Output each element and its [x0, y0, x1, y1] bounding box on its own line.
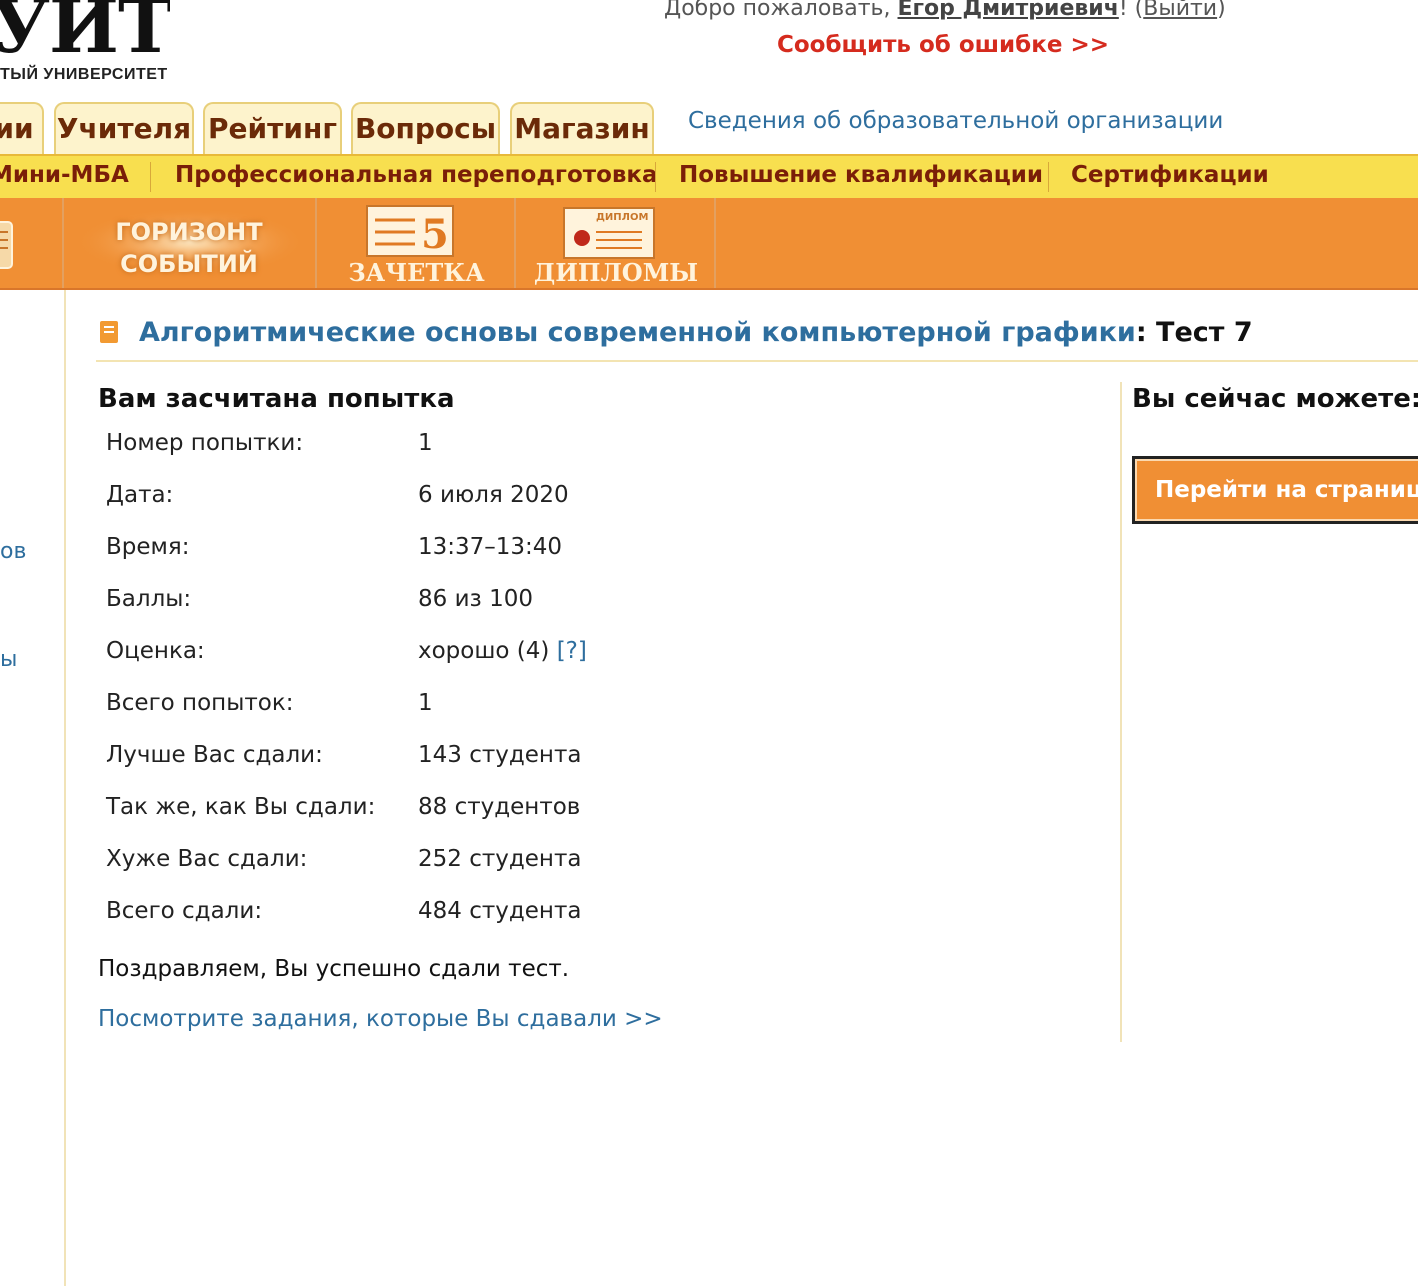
- tab-label: Вопросы: [354, 112, 497, 145]
- tab-cut[interactable]: ии: [0, 102, 44, 156]
- user-profile-link[interactable]: Егор Дмитриевич: [898, 0, 1119, 21]
- same-value: 88 студентов: [418, 794, 581, 820]
- tab-questions[interactable]: Вопросы: [351, 102, 500, 156]
- actions-heading: Вы сейчас можете:: [1132, 384, 1418, 414]
- total-passed-label: Всего сдали:: [106, 898, 263, 924]
- congrats-message: Поздравляем, Вы успешно сдали тест.: [98, 956, 570, 982]
- logo-subtitle: ТЫЙ УНИВЕРСИТЕТ: [0, 66, 168, 83]
- better-label: Лучше Вас сдали:: [106, 742, 323, 768]
- date-label: Дата:: [106, 482, 174, 508]
- same-label: Так же, как Вы сдали:: [106, 794, 376, 820]
- attempt-number-value: 1: [418, 430, 433, 456]
- total-attempts-label: Всего попыток:: [106, 690, 294, 716]
- welcome-suffix: ! (: [1118, 0, 1144, 21]
- tab-label: Рейтинг: [208, 112, 337, 145]
- org-info-link[interactable]: Сведения об образовательной организации: [688, 108, 1223, 134]
- welcome-message: Добро пожаловать, Егор Дмитриевич! (Выйт…: [664, 0, 1226, 21]
- gradebook-icon: 5: [366, 205, 454, 258]
- welcome-prefix: Добро пожаловать,: [664, 0, 898, 21]
- tab-rating[interactable]: Рейтинг: [203, 102, 342, 156]
- diploma-tag: ДИПЛОМ: [596, 212, 648, 223]
- time-label: Время:: [106, 534, 190, 560]
- sidebar-link-fragment[interactable]: ов: [0, 539, 26, 564]
- nav-qualification[interactable]: Повышение квалификации: [679, 162, 1043, 188]
- sidebar-divider: [64, 290, 66, 1286]
- logout-link[interactable]: Выйти: [1143, 0, 1217, 21]
- tab-label: Учителя: [56, 112, 192, 145]
- worse-value: 252 студента: [418, 846, 582, 872]
- tab-label: ии: [0, 112, 34, 145]
- score-value: 86 из 100: [418, 586, 533, 612]
- attempt-number-label: Номер попытки:: [106, 430, 304, 456]
- diplomas-label: ДИПЛОМЫ: [533, 258, 699, 287]
- nav-certifications[interactable]: Сертификации: [1071, 162, 1269, 188]
- tab-teachers[interactable]: Учителя: [54, 102, 194, 156]
- horizon-line1: ГОРИЗОНТ: [115, 218, 263, 246]
- grade-value-row: хорошо (4) [?]: [418, 638, 587, 664]
- view-tasks-link[interactable]: Посмотрите задания, которые Вы сдавали >…: [98, 1006, 663, 1032]
- tab-shop[interactable]: Магазин: [510, 102, 654, 156]
- grade-help-link[interactable]: [?]: [557, 638, 587, 664]
- test-name: : Тест 7: [1135, 317, 1253, 348]
- site-logo[interactable]: УИТ ТЫЙ УНИВЕРСИТЕТ: [0, 0, 170, 95]
- total-attempts-value: 1: [418, 690, 433, 716]
- report-error-link[interactable]: Сообщить об ошибке >>: [777, 32, 1109, 58]
- go-to-page-button[interactable]: Перейти на страницу: [1132, 456, 1418, 524]
- logo-text: УИТ: [0, 0, 170, 70]
- page-title: Алгоритмические основы современной компь…: [139, 317, 1253, 348]
- title-divider: [96, 360, 1418, 362]
- course-link[interactable]: Алгоритмические основы современной компь…: [139, 317, 1136, 348]
- horizon-line2: СОБЫТИЙ: [120, 250, 258, 278]
- diploma-icon: ДИПЛОМ: [563, 207, 655, 259]
- feature-banner: ГОРИЗОНТ СОБЫТИЙ 5 ЗАЧЕТКА ДИПЛОМ ДИПЛОМ…: [0, 198, 1418, 290]
- banner-cut-item[interactable]: [0, 198, 64, 288]
- test-icon: [100, 321, 118, 343]
- horizon-events-label: ГОРИЗОНТ СОБЫТИЙ: [62, 216, 316, 280]
- score-label: Баллы:: [106, 586, 192, 612]
- nav-divider: [655, 162, 656, 192]
- time-value: 13:37–13:40: [418, 534, 563, 560]
- gradebook-label: ЗАЧЕТКА: [348, 258, 485, 287]
- diplomas-link[interactable]: ДИПЛОМ ДИПЛОМЫ: [516, 198, 716, 288]
- right-panel-divider: [1120, 382, 1122, 1042]
- grade-value: хорошо (4): [418, 638, 550, 664]
- total-passed-value: 484 студента: [418, 898, 582, 924]
- sidebar-link-fragment[interactable]: ы: [0, 647, 17, 672]
- welcome-close: ): [1217, 0, 1226, 21]
- tab-label: Магазин: [514, 112, 650, 145]
- better-value: 143 студента: [418, 742, 582, 768]
- nav-divider: [1048, 162, 1049, 192]
- nav-mini-mba[interactable]: Мини-МБА: [0, 162, 129, 188]
- worse-label: Хуже Вас сдали:: [106, 846, 308, 872]
- nav-retraining[interactable]: Профессиональная переподготовка: [175, 162, 658, 188]
- nav-divider: [150, 162, 151, 192]
- program-nav-bar: Мини-МБА Профессиональная переподготовка…: [0, 154, 1418, 199]
- gradebook-link[interactable]: 5 ЗАЧЕТКА: [317, 198, 516, 288]
- gradebook-number: 5: [421, 211, 449, 258]
- go-to-page-label: Перейти на страницу: [1155, 477, 1418, 503]
- date-value: 6 июля 2020: [418, 482, 569, 508]
- grade-label: Оценка:: [106, 638, 205, 664]
- attempt-heading: Вам засчитана попытка: [98, 384, 455, 414]
- scroll-icon: [0, 221, 13, 269]
